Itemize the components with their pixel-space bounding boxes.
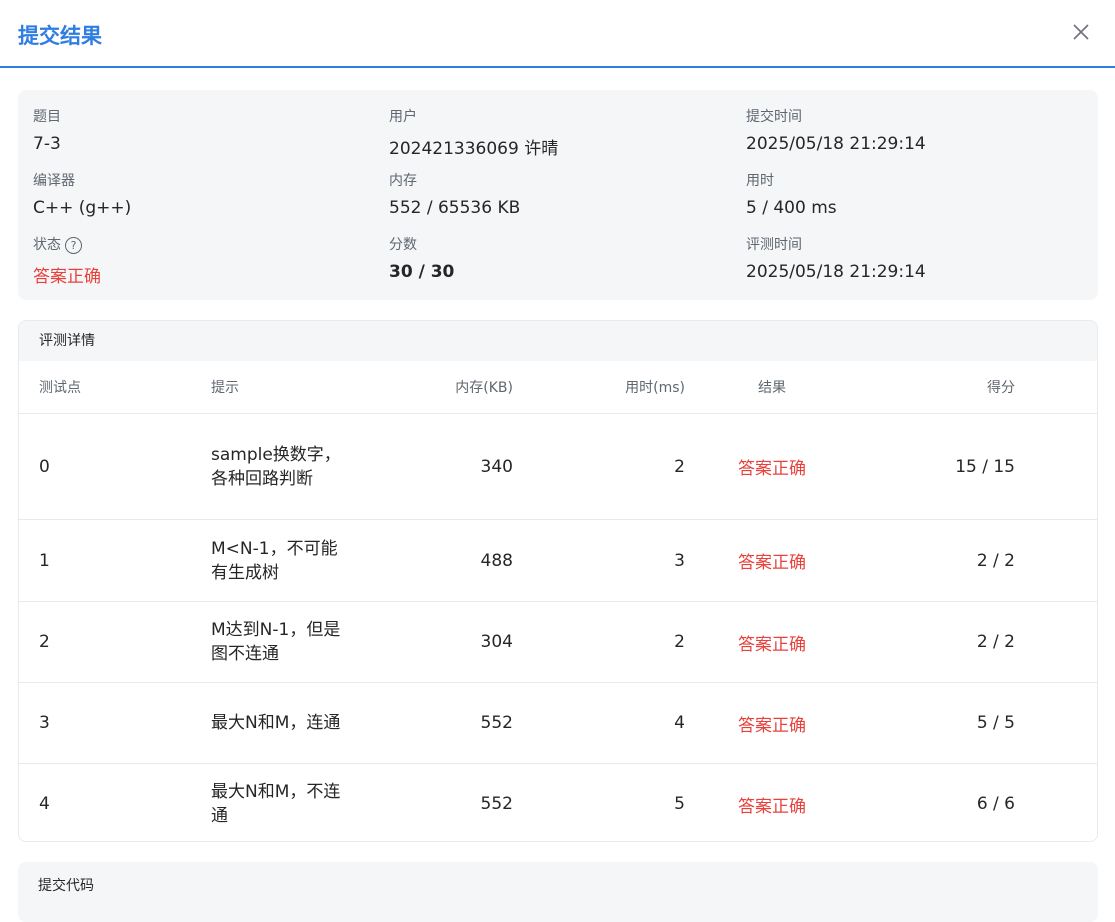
user-value: 202421336069 许晴 bbox=[389, 139, 559, 159]
table-row: 4 最大N和M，不连通 552 5 答案正确 6 / 6 bbox=[19, 764, 1097, 842]
testcase-hint: M达到N-1，但是图不连通 bbox=[211, 620, 341, 664]
time-used-value: 5 / 400 ms bbox=[746, 198, 837, 218]
testcase-result: 答案正确 bbox=[686, 682, 858, 764]
col-hint: 提示 bbox=[210, 361, 362, 414]
dialog-header: 提交结果 bbox=[0, 0, 1115, 68]
col-result: 结果 bbox=[686, 361, 858, 414]
col-time: 用时(ms) bbox=[514, 361, 686, 414]
dialog-title: 提交结果 bbox=[18, 24, 102, 48]
judge-table: 测试点 提示 内存(KB) 用时(ms) 结果 得分 0 sample换数字，各… bbox=[19, 361, 1097, 842]
testcase-hint: M<N-1，不可能有生成树 bbox=[211, 538, 338, 583]
col-testcase: 测试点 bbox=[19, 361, 210, 414]
judge-time-field: 评测时间 2025/05/18 21:29:14 bbox=[746, 234, 926, 282]
testcase-memory: 304 bbox=[362, 601, 514, 683]
testcase-memory: 488 bbox=[362, 519, 514, 602]
status-value: 答案正确 bbox=[33, 267, 101, 287]
problem-field: 题目 7-3 bbox=[33, 106, 61, 154]
testcase-result: 答案正确 bbox=[686, 413, 858, 520]
table-row: 2 M达到N-1，但是图不连通 304 2 答案正确 2 / 2 bbox=[19, 601, 1097, 683]
judge-time-value: 2025/05/18 21:29:14 bbox=[746, 262, 926, 282]
table-row: 0 sample换数字，各种回路判断 340 2 答案正确 15 / 15 bbox=[19, 413, 1097, 520]
table-row: 1 M<N-1，不可能有生成树 488 3 答案正确 2 / 2 bbox=[19, 519, 1097, 602]
testcase-id: 2 bbox=[19, 601, 210, 683]
testcase-hint: sample换数字，各种回路判断 bbox=[211, 444, 341, 489]
compiler-field: 编译器 C++ (g++) bbox=[33, 170, 131, 218]
status-field: 状态? 答案正确 bbox=[33, 234, 101, 287]
testcase-score: 15 / 15 bbox=[858, 413, 1097, 520]
testcase-hint: 最大N和M，连通 bbox=[211, 713, 341, 733]
testcase-result: 答案正确 bbox=[738, 796, 806, 817]
testcase-memory: 552 bbox=[480, 794, 513, 815]
submit-time-value: 2025/05/18 21:29:14 bbox=[746, 134, 926, 154]
close-icon[interactable] bbox=[1069, 20, 1093, 44]
testcase-id: 4 bbox=[39, 794, 50, 815]
score-label: 分数 bbox=[389, 237, 417, 253]
judge-details-title: 评测详情 bbox=[19, 321, 1097, 361]
problem-value: 7-3 bbox=[33, 134, 61, 154]
submission-info-card: 题目 7-3 用户 202421336069 许晴 提交时间 2025/05/1… bbox=[18, 90, 1098, 300]
submit-time-label: 提交时间 bbox=[746, 109, 802, 125]
user-field: 用户 202421336069 许晴 bbox=[389, 106, 558, 159]
testcase-score: 6 / 6 bbox=[976, 794, 1015, 815]
time-used-field: 用时 5 / 400 ms bbox=[746, 170, 837, 218]
problem-label: 题目 bbox=[33, 109, 61, 125]
status-label-row: 状态? bbox=[33, 234, 101, 254]
testcase-memory: 552 bbox=[362, 682, 514, 764]
compiler-label: 编译器 bbox=[33, 173, 75, 189]
memory-label: 内存 bbox=[389, 173, 417, 189]
submit-time-field: 提交时间 2025/05/18 21:29:14 bbox=[746, 106, 926, 154]
testcase-hint: 最大N和M，不连通 bbox=[211, 782, 341, 827]
testcase-score: 2 / 2 bbox=[858, 519, 1097, 602]
testcase-memory: 340 bbox=[362, 413, 514, 520]
testcase-time: 2 bbox=[514, 601, 686, 683]
table-row: 3 最大N和M，连通 552 4 答案正确 5 / 5 bbox=[19, 682, 1097, 764]
testcase-time: 5 bbox=[674, 794, 685, 815]
memory-value: 552 / 65536 KB bbox=[389, 198, 521, 218]
status-label: 状态 bbox=[33, 237, 61, 253]
table-header-row: 测试点 提示 内存(KB) 用时(ms) 结果 得分 bbox=[19, 361, 1097, 414]
testcase-result: 答案正确 bbox=[686, 519, 858, 602]
col-memory: 内存(KB) bbox=[362, 361, 514, 414]
testcase-score: 5 / 5 bbox=[858, 682, 1097, 764]
testcase-time: 4 bbox=[514, 682, 686, 764]
memory-field: 内存 552 / 65536 KB bbox=[389, 170, 520, 218]
score-field: 分数 30 / 30 bbox=[389, 234, 454, 282]
testcase-id: 3 bbox=[19, 682, 210, 764]
judge-time-label: 评测时间 bbox=[746, 237, 802, 253]
testcase-id: 1 bbox=[19, 519, 210, 602]
user-label: 用户 bbox=[389, 109, 417, 125]
testcase-time: 3 bbox=[514, 519, 686, 602]
help-icon[interactable]: ? bbox=[65, 236, 82, 254]
judge-details-card: 评测详情 测试点 提示 内存(KB) 用时(ms) 结果 得分 0 sample… bbox=[18, 320, 1098, 842]
submitted-code-title: 提交代码 bbox=[38, 878, 94, 894]
time-used-label: 用时 bbox=[746, 173, 774, 189]
testcase-score: 2 / 2 bbox=[858, 601, 1097, 683]
submitted-code-card: 提交代码 bbox=[18, 862, 1098, 922]
score-value: 30 / 30 bbox=[389, 262, 455, 282]
compiler-value: C++ (g++) bbox=[33, 198, 132, 218]
col-score: 得分 bbox=[858, 361, 1097, 414]
testcase-result: 答案正确 bbox=[686, 601, 858, 683]
testcase-time: 2 bbox=[514, 413, 686, 520]
testcase-id: 0 bbox=[19, 413, 210, 520]
